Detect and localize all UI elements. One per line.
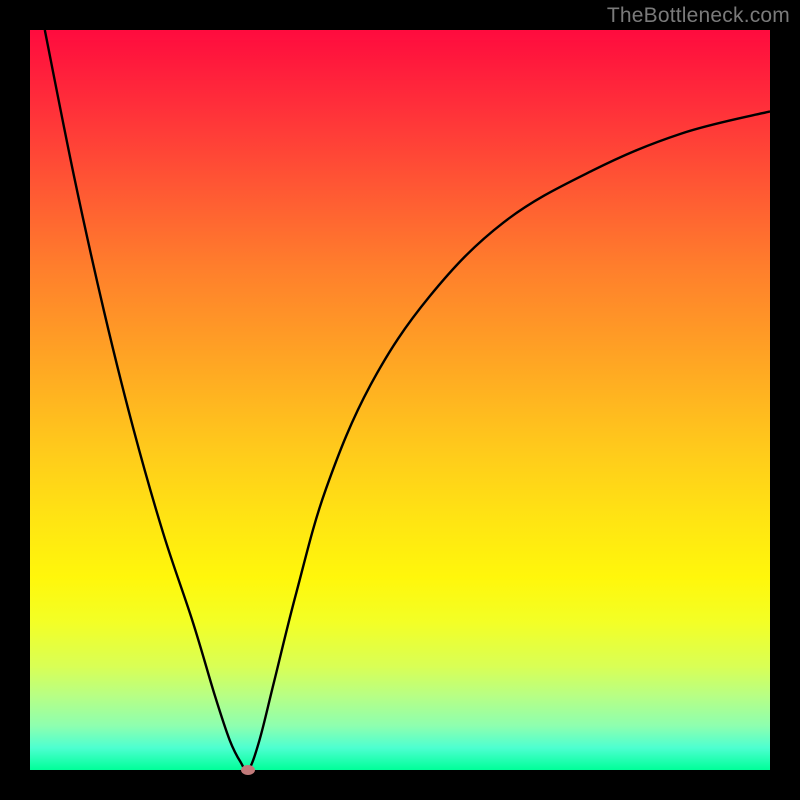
chart-frame: TheBottleneck.com xyxy=(0,0,800,800)
minimum-marker xyxy=(241,765,255,775)
plot-area xyxy=(30,30,770,770)
curve-path xyxy=(45,30,770,771)
bottleneck-curve xyxy=(30,30,770,770)
watermark-text: TheBottleneck.com xyxy=(607,4,790,28)
